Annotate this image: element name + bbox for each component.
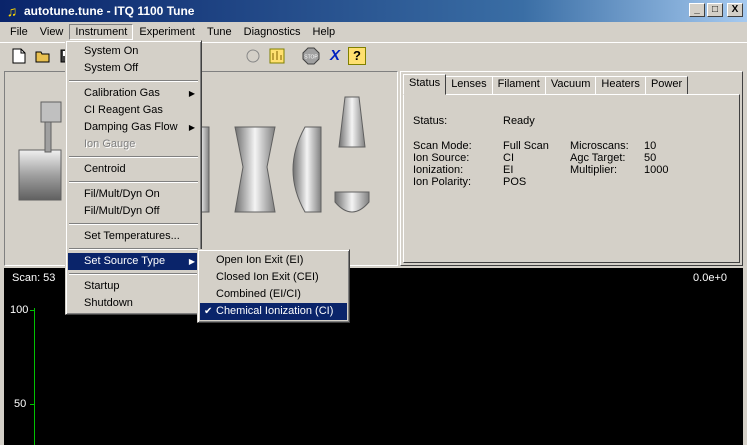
tab-filament[interactable]: Filament [491, 76, 546, 95]
menu-view[interactable]: View [34, 24, 70, 40]
menu-help[interactable]: Help [307, 24, 342, 40]
chart-icon[interactable] [266, 45, 288, 67]
toolbar-separator [290, 45, 298, 67]
damping-gas-flow-label: Damping Gas Flow [84, 121, 178, 133]
close-button[interactable]: X [727, 3, 743, 17]
ion-source-fitting [40, 101, 62, 123]
x-icon[interactable]: X [324, 45, 346, 67]
scan-number: Scan: 53 [12, 272, 56, 284]
multiplier-label: Multiplier: [570, 164, 618, 176]
y-axis [34, 308, 35, 445]
chemical-ionization-label: Chemical Ionization (CI) [216, 305, 334, 317]
submenu-arrow-icon: ▶ [188, 123, 195, 132]
tab-power[interactable]: Power [644, 76, 689, 95]
menu-item-system-off[interactable]: System Off [68, 60, 199, 77]
menu-item-system-on[interactable]: System On [68, 43, 199, 60]
status-label: Status: [413, 115, 448, 127]
menu-item-fil-mult-dyn-off[interactable]: Fil/Mult/Dyn Off [68, 203, 199, 220]
menu-item-set-source-type[interactable]: Set Source Type ▶ [68, 253, 199, 270]
ion-trap [234, 126, 276, 213]
ion-source-icon[interactable] [242, 45, 264, 67]
multiplier-value: 1000 [644, 164, 669, 176]
menu-item-damping-gas-flow[interactable]: Damping Gas Flow ▶ [68, 119, 199, 136]
menu-separator [69, 181, 198, 183]
ion-source-value: CI [503, 152, 514, 164]
ion-polarity-value: POS [503, 176, 527, 188]
y-tick-100: 100 [10, 304, 29, 316]
menu-item-ci-reagent-gas[interactable]: CI Reagent Gas [68, 102, 199, 119]
help-icon[interactable]: ? [348, 46, 366, 65]
set-source-type-label: Set Source Type [84, 255, 166, 267]
window-title: autotune.tune - ITQ 1100 Tune [24, 4, 195, 18]
detector-bottom [334, 191, 370, 213]
agc-target-label: Agc Target: [570, 152, 626, 164]
ionization-value: EI [503, 164, 514, 176]
microscans-label: Microscans: [570, 140, 629, 152]
instrument-menu: System On System Off Calibration Gas ▶ CI… [65, 40, 202, 315]
ion-source-label: Ion Source: [413, 152, 470, 164]
minimize-button[interactable]: _ [689, 3, 705, 17]
menu-separator [69, 248, 198, 250]
lens-right [292, 126, 322, 213]
menu-item-startup[interactable]: Startup [68, 278, 199, 295]
y-axis-tick-100 [30, 310, 34, 311]
music-note-icon[interactable]: ♫ [4, 3, 20, 19]
menu-file[interactable]: File [4, 24, 34, 40]
title-bar: ♫ autotune.tune - ITQ 1100 Tune _ □ X [0, 0, 747, 22]
agc-target-value: 50 [644, 152, 657, 164]
menu-separator [69, 156, 198, 158]
source-type-submenu: Open Ion Exit (EI) Closed Ion Exit (CEI)… [197, 249, 350, 323]
ion-source-part [18, 149, 62, 201]
submenu-item-closed-ion-exit[interactable]: Closed Ion Exit (CEI) [200, 269, 347, 286]
stop-icon-label: STOP [304, 54, 318, 60]
menu-separator [69, 223, 198, 225]
detector-top [338, 96, 366, 148]
menu-instrument[interactable]: Instrument [69, 23, 134, 40]
menu-separator [69, 80, 198, 82]
status-value: Ready [503, 115, 535, 127]
submenu-arrow-icon: ▶ [188, 89, 195, 98]
menu-experiment[interactable]: Experiment [133, 24, 201, 40]
submenu-item-chemical-ionization[interactable]: ✔ Chemical Ionization (CI) [200, 303, 347, 320]
menu-item-shutdown[interactable]: Shutdown [68, 295, 199, 312]
status-tab-page: Status: Ready Scan Mode: Full Scan Ion S… [403, 94, 740, 263]
menu-item-fil-mult-dyn-on[interactable]: Fil/Mult/Dyn On [68, 186, 199, 203]
menu-diagnostics[interactable]: Diagnostics [238, 24, 307, 40]
scan-mode-value: Full Scan [503, 140, 549, 152]
stop-icon[interactable]: STOP [300, 45, 322, 67]
submenu-item-combined[interactable]: Combined (EI/CI) [200, 286, 347, 303]
maximize-button[interactable]: □ [707, 3, 723, 17]
tab-status[interactable]: Status [403, 74, 447, 95]
y-tick-50: 50 [14, 398, 27, 410]
menu-bar: File View Instrument Experiment Tune Dia… [0, 22, 747, 41]
tab-vacuum[interactable]: Vacuum [544, 76, 597, 95]
status-panel: Status Lenses Filament Vacuum Heaters Po… [400, 71, 743, 266]
submenu-item-open-ion-exit[interactable]: Open Ion Exit (EI) [200, 252, 347, 269]
intensity-label: 0.0e+0 [693, 272, 727, 284]
ionization-label: Ionization: [413, 164, 464, 176]
menu-item-set-temperatures[interactable]: Set Temperatures... [68, 228, 199, 245]
ion-source-stem [44, 121, 52, 153]
open-folder-icon[interactable] [32, 45, 54, 67]
checkmark-icon: ✔ [204, 306, 213, 317]
menu-item-centroid[interactable]: Centroid [68, 161, 199, 178]
calibration-gas-label: Calibration Gas [84, 87, 160, 99]
submenu-arrow-icon: ▶ [188, 257, 195, 266]
new-file-icon[interactable] [8, 45, 30, 67]
tab-heaters[interactable]: Heaters [595, 76, 646, 95]
menu-tune[interactable]: Tune [201, 24, 238, 40]
menu-separator [69, 273, 198, 275]
menu-item-ion-gauge: Ion Gauge [84, 138, 136, 150]
y-axis-tick-50 [30, 404, 34, 405]
window-controls: _ □ X [689, 3, 743, 17]
status-tabs: Status Lenses Filament Vacuum Heaters Po… [403, 74, 689, 95]
microscans-value: 10 [644, 140, 657, 152]
scan-mode-label: Scan Mode: [413, 140, 472, 152]
menu-item-calibration-gas[interactable]: Calibration Gas ▶ [68, 85, 199, 102]
tab-lenses[interactable]: Lenses [445, 76, 493, 95]
ion-polarity-label: Ion Polarity: [413, 176, 472, 188]
